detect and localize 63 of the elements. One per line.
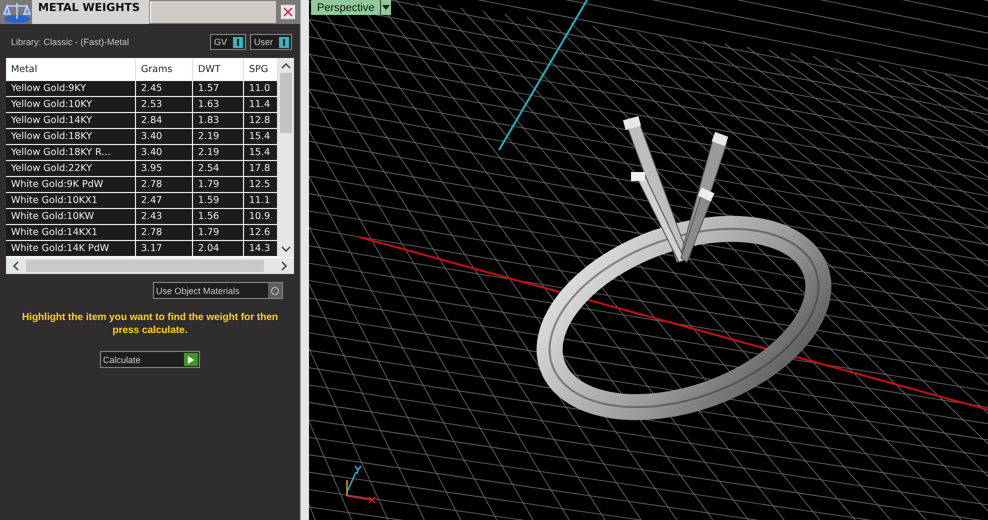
table-cell: 2.84 [136, 113, 193, 129]
table-cell: White Gold:14KX1 [6, 225, 136, 241]
table-cell: Yellow Gold:18KY R... [6, 145, 136, 161]
table-cell: White Gold:10KW [6, 209, 136, 225]
table-cell: 12.8 [244, 113, 277, 129]
table-cell: 1.57 [193, 81, 244, 97]
table-cell: White Gold:14K PdW [6, 241, 136, 257]
table-cell: 11.0 [244, 81, 277, 97]
table-cell: 2.47 [136, 193, 193, 209]
table-cell: 2.54 [193, 161, 244, 177]
table-cell: 2.04 [193, 241, 244, 257]
table-cell: 2.78 [136, 225, 193, 241]
scrollbar-thumb[interactable] [280, 73, 292, 133]
table-cell: 1.83 [193, 113, 244, 129]
column-header[interactable]: SPG [244, 58, 277, 81]
table-cell: White Gold:10KX1 [6, 193, 136, 209]
table-cell: Yellow Gold:9KY [6, 81, 136, 97]
table-cell: 3.17 [136, 241, 193, 257]
table-cell: 12.6 [244, 225, 277, 241]
calculate-button[interactable]: Calculate [100, 351, 200, 368]
vertical-scrollbar[interactable] [277, 58, 294, 257]
toggle-button[interactable]: User [250, 34, 292, 50]
table-cell: 14.3 [244, 241, 277, 257]
view-dropdown[interactable]: Perspective [311, 0, 392, 15]
close-icon [283, 7, 293, 17]
table-cell: Yellow Gold:14KY [6, 113, 136, 129]
table-cell: 1.79 [193, 177, 244, 193]
caret-icon [382, 5, 390, 10]
table-cell: 11.4 [244, 97, 277, 113]
table-cell: 2.45 [136, 81, 193, 97]
table-cell: 1.56 [193, 209, 244, 225]
table-cell: 17.8 [244, 161, 277, 177]
play-icon [188, 356, 194, 364]
hint-text: Highlight the item you want to find the weight for then press calculate. [20, 311, 280, 337]
table-cell: 12.5 [244, 177, 277, 193]
table-cell: 2.19 [193, 145, 244, 161]
table-cell: 2.53 [136, 97, 193, 113]
table-cell: 2.19 [193, 129, 244, 145]
table-cell: 15.4 [244, 145, 277, 161]
table-cell: 3.40 [136, 129, 193, 145]
table-cell: 1.63 [193, 97, 244, 113]
table-cell: 2.43 [136, 209, 193, 225]
table-cell: 3.95 [136, 161, 193, 177]
panel-title: METAL WEIGHTS [32, 0, 150, 24]
table-cell: 3.40 [136, 145, 193, 161]
toggle-button[interactable]: GV [210, 34, 246, 50]
table-cell: White Gold:9K PdW [6, 177, 136, 193]
scale-icon [2, 0, 32, 24]
axis-gizmo-icon [346, 465, 376, 504]
table-cell: 10.9 [244, 209, 277, 225]
table-cell: 1.79 [193, 225, 244, 241]
table-cell: Yellow Gold:22KY [6, 161, 136, 177]
table-cell: Yellow Gold:10KY [6, 97, 136, 113]
table-cell: Yellow Gold:18KY [6, 129, 136, 145]
library-label: Library: Classic - (Fast)-Metal [11, 37, 130, 47]
scrollbar-thumb[interactable] [26, 260, 264, 272]
horizontal-scrollbar[interactable] [6, 258, 294, 274]
close-button[interactable] [280, 4, 296, 20]
table-cell: 15.4 [244, 129, 277, 145]
table-cell: 1.59 [193, 193, 244, 209]
table-cell: 2.78 [136, 177, 193, 193]
use-object-materials-toggle[interactable]: Use Object Materials [153, 282, 283, 299]
table-cell: 11.1 [244, 193, 277, 209]
